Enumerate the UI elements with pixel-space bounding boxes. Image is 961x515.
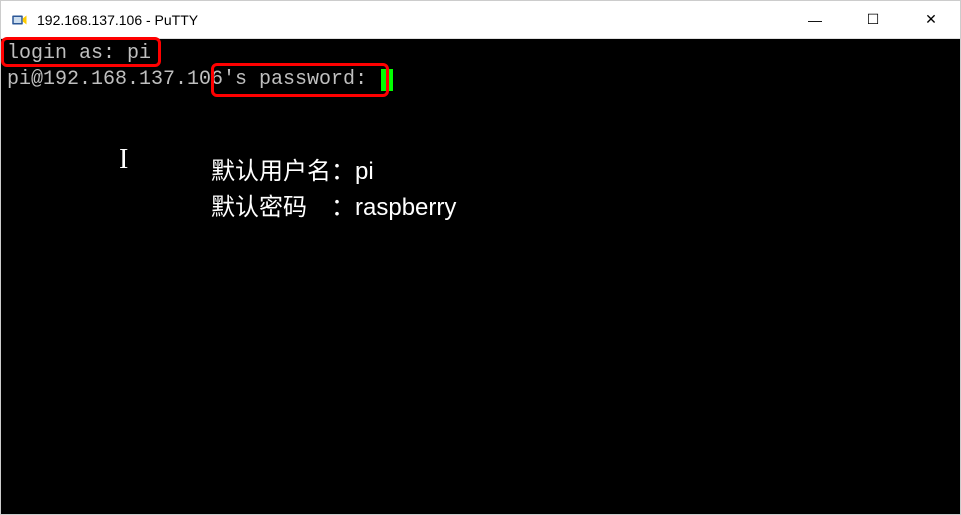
annotation-username-value: pi (355, 158, 374, 185)
window-title: 192.168.137.106 - PuTTY (37, 12, 786, 28)
login-input: pi (127, 42, 151, 65)
password-prompt: password: (259, 68, 379, 91)
annotation-password-label: 默认密码 ： (211, 194, 355, 221)
host-prefix: pi@192.168.137.106's (7, 68, 259, 91)
close-button[interactable]: ✕ (902, 1, 960, 38)
terminal-cursor (381, 69, 393, 91)
text-cursor-ibeam: I (119, 147, 128, 173)
window-controls: — ☐ ✕ (786, 1, 960, 38)
annotation-password-value: raspberry (355, 194, 456, 221)
annotation-username-label: 默认用户名： (211, 158, 355, 185)
terminal-line-login: login as: pi (7, 41, 151, 67)
terminal-line-password: pi@192.168.137.106's password: (7, 67, 393, 93)
minimize-button[interactable]: — (786, 1, 844, 38)
terminal-area[interactable]: login as: pi pi@192.168.137.106's passwo… (1, 39, 960, 514)
close-icon: ✕ (925, 11, 937, 28)
maximize-icon: ☐ (867, 11, 880, 28)
minimize-icon: — (808, 12, 822, 28)
maximize-button[interactable]: ☐ (844, 1, 902, 38)
login-prompt: login as: (7, 42, 127, 65)
putty-icon (9, 10, 29, 30)
titlebar[interactable]: 192.168.137.106 - PuTTY — ☐ ✕ (1, 1, 960, 39)
annotation-password: 默认密码 ：raspberry (211, 195, 456, 221)
putty-window: 192.168.137.106 - PuTTY — ☐ ✕ login as: … (0, 0, 961, 515)
annotation-username: 默认用户名：pi (211, 159, 374, 185)
